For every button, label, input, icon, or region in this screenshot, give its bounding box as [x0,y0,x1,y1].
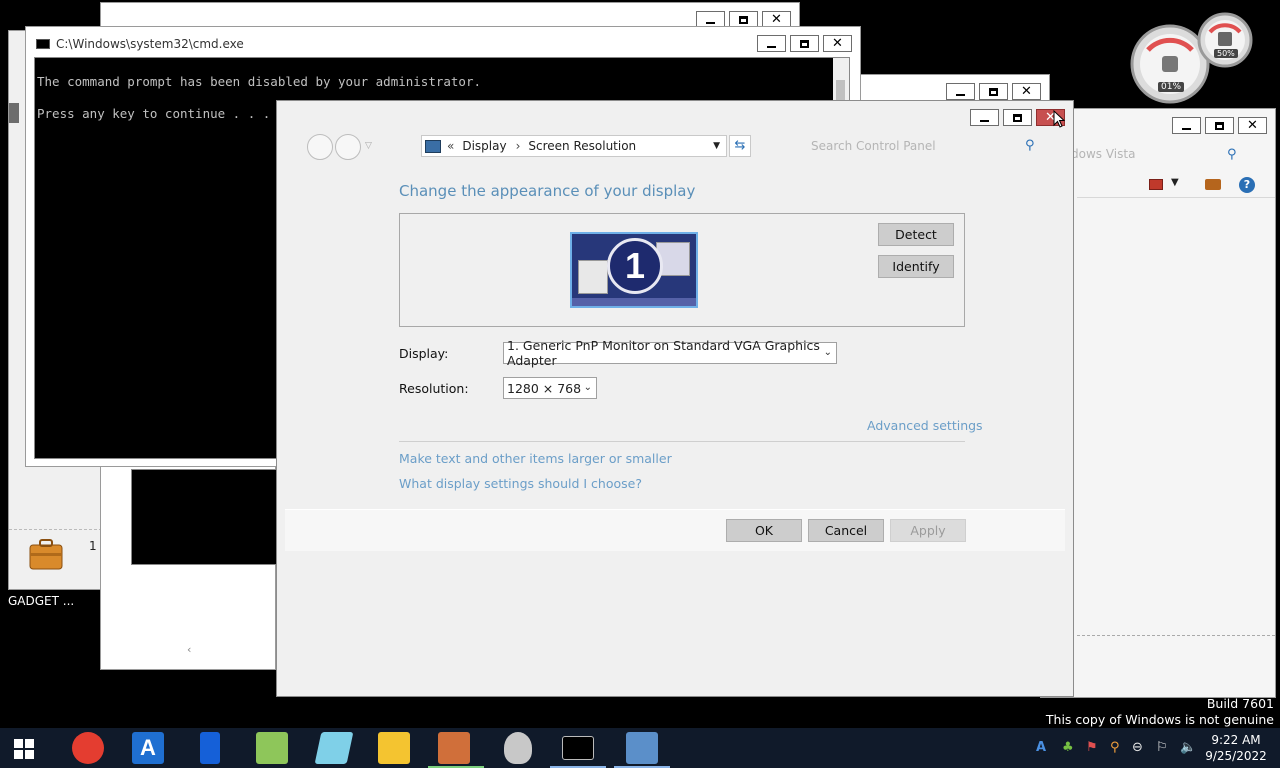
monitor-icon[interactable]: 1 [570,232,698,308]
resolution-label: Resolution: [399,381,469,396]
notepad-icon[interactable] [314,732,354,764]
tray-search-icon[interactable]: ⚲ [1110,740,1120,755]
chevron-down-icon[interactable]: ⌄ [824,347,832,358]
chevron-down-icon[interactable]: ⌄ [584,382,592,393]
control-panel-icon [425,139,441,153]
tray-app-a-icon[interactable]: A [1036,740,1046,755]
apply-button[interactable]: Apply [890,519,966,542]
content-divider [1077,635,1275,636]
cmd-title: C:\Windows\system32\cmd.exe [56,37,244,51]
briefcase-icon [27,535,65,573]
mouse-icon[interactable] [504,732,532,764]
close-button[interactable]: ✕ [1238,117,1267,134]
search-icon[interactable]: ⚲ [1025,138,1035,153]
page-title: Change the appearance of your display [399,182,696,200]
close-button[interactable]: ✕ [1012,83,1041,100]
address-bar[interactable]: « Display › Screen Resolution ▼ [421,135,727,157]
monitor-preview-area: 1 Detect Identify [399,213,965,327]
cmd-icon [36,39,50,49]
scroll-thumb [9,103,19,123]
library-icon[interactable] [1205,179,1221,190]
minimize-button[interactable] [757,35,786,52]
maximize-button[interactable] [1003,109,1032,126]
forward-button[interactable] [335,134,361,160]
display-help-link[interactable]: What display settings should I choose? [399,476,642,491]
taskbar-clock[interactable]: 9:22 AM 9/25/2022 [1196,732,1276,764]
detect-button[interactable]: Detect [878,223,954,246]
display-select-value: 1. Generic PnP Monitor on Standard VGA G… [507,338,820,368]
ok-button[interactable]: OK [726,519,802,542]
gadget-label[interactable]: GADGET ... [8,594,74,608]
network-folder-icon[interactable] [256,732,288,764]
text-size-link[interactable]: Make text and other items larger or smal… [399,451,672,466]
advanced-settings-link[interactable]: Advanced settings [867,418,983,433]
start-icon[interactable] [14,739,34,759]
tray-network-icon[interactable]: ♣ [1062,740,1074,755]
clock-date: 9/25/2022 [1205,749,1267,763]
section-divider [399,441,965,442]
cmd-icon[interactable] [562,736,594,760]
cpu-percent: 01% [1158,82,1185,92]
media-icon[interactable] [438,732,470,764]
tray-status-icon[interactable]: ⊖ [1132,740,1143,755]
display-settings-icon[interactable] [626,732,658,764]
view-icon[interactable] [1149,179,1163,190]
memory-percent: 50% [1214,49,1238,58]
search-icon[interactable]: ⚲ [1227,147,1237,162]
cmd-message-line: The command prompt has been disabled by … [37,74,482,89]
maximize-button[interactable] [1205,117,1234,134]
chevron-down-icon[interactable]: ▼ [713,141,720,151]
maximize-button[interactable] [979,83,1008,100]
minimize-button[interactable] [1172,117,1201,134]
resolution-select-value: 1280 × 768 [507,380,582,396]
desktop-window-graphic [578,260,608,294]
breadcrumb-arrow[interactable]: › [516,139,521,153]
taskbar-graphic [572,298,696,306]
tray-volume-icon[interactable]: 🔈 [1180,740,1196,755]
background-window-bottom: ‹ [100,460,277,670]
toolbar-divider [1077,197,1275,198]
help-icon[interactable]: ? [1239,177,1255,193]
maximize-button[interactable] [790,35,819,52]
tray-action-center-icon[interactable]: ⚐ [1156,740,1168,755]
mouse-cursor-icon [1053,109,1066,131]
cancel-button[interactable]: Cancel [808,519,884,542]
recent-pages-chevron-icon[interactable]: ▽ [365,141,372,151]
monitor-number: 1 [607,238,663,294]
close-button[interactable]: ✕ [823,35,852,52]
phone-icon[interactable] [200,732,220,764]
build-number: Build 7601 [1206,696,1274,711]
display-label: Display: [399,346,449,361]
display-select[interactable]: 1. Generic PnP Monitor on Standard VGA G… [503,338,837,368]
cmd-prompt-line: Press any key to continue . . . [37,106,271,121]
background-window-right: ✕ dows Vista ⚲ ▼ ? [1040,108,1276,698]
inner-black-area [131,469,277,565]
scroll-left-icon[interactable]: ‹ [187,643,191,656]
back-button[interactable] [307,134,333,160]
cpu-meter-gadget[interactable]: 01% 50% [1130,10,1260,105]
right-search-text[interactable]: dows Vista [1071,147,1135,161]
resolution-select[interactable]: 1280 × 768 ⌄ [503,377,597,399]
identify-button[interactable]: Identify [878,255,954,278]
minimize-button[interactable] [970,109,999,126]
app-a-icon[interactable]: A [132,732,164,764]
genuine-notice: This copy of Windows is not genuine [1045,712,1274,727]
breadcrumb-overflow[interactable]: « [447,139,454,153]
screen-resolution-window: ✕ ▽ « Display › Screen Resolution ▼ ⇆ Se… [276,100,1074,697]
breadcrumb-display[interactable]: Display [462,139,506,153]
chevron-down-icon[interactable]: ▼ [1171,177,1179,188]
clock-time: 9:22 AM [1211,733,1261,747]
angry-birds-icon[interactable] [72,732,104,764]
search-input[interactable]: Search Control Panel [803,135,1043,157]
refresh-icon[interactable]: ⇆ [729,135,751,157]
minimize-button[interactable] [946,83,975,100]
folder-icon[interactable] [378,732,410,764]
breadcrumb-screen-resolution[interactable]: Screen Resolution [528,139,636,153]
tray-flag-icon[interactable]: ⚑ [1086,740,1098,755]
